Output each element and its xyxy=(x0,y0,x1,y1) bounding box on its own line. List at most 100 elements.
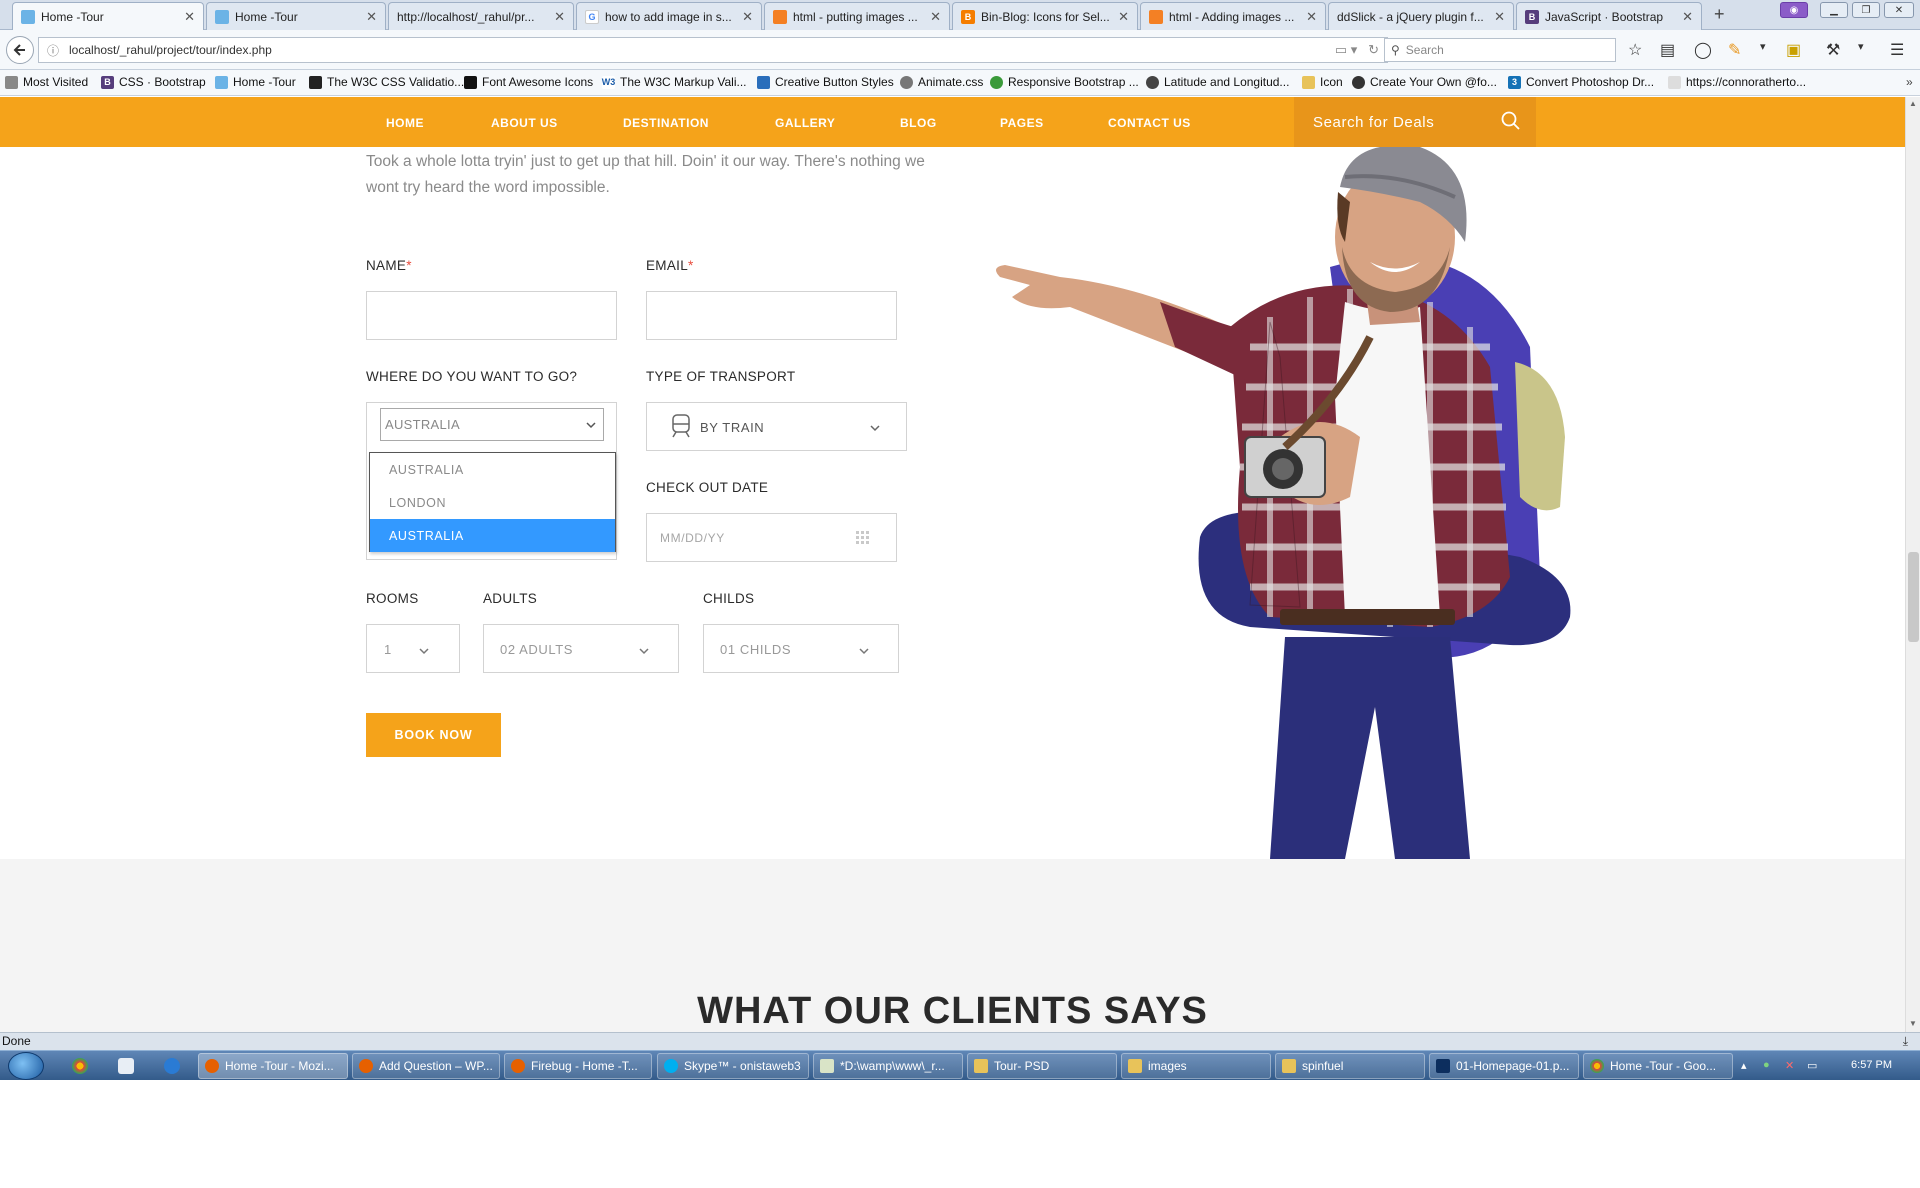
bookmark-item[interactable]: Home -Tour xyxy=(215,75,296,89)
nav-item-destination[interactable]: DESTINATION xyxy=(623,116,709,130)
close-icon[interactable]: ✕ xyxy=(1118,9,1129,25)
bookmark-item[interactable]: Most Visited xyxy=(5,75,88,89)
nav-item-blog[interactable]: BLOG xyxy=(900,116,937,130)
chrome-icon[interactable] xyxy=(72,1058,88,1074)
bookmark-item[interactable]: Latitude and Longitud... xyxy=(1146,75,1289,89)
chevron-up-icon[interactable]: ▴ xyxy=(1741,1059,1747,1072)
browser-tab[interactable]: G how to add image in s... ✕ xyxy=(576,2,762,30)
browser-tab[interactable]: B Bin-Blog: Icons for Sel... ✕ xyxy=(952,2,1138,30)
bookmark-item[interactable]: https://connoratherto... xyxy=(1668,75,1806,89)
scroll-down-icon[interactable]: ▼ xyxy=(1909,1019,1917,1028)
nav-item-pages[interactable]: PAGES xyxy=(1000,116,1044,130)
close-window-button[interactable]: ✕ xyxy=(1884,2,1914,18)
dropdown-option-london[interactable]: LONDON xyxy=(370,486,615,519)
info-icon[interactable]: ⓘ xyxy=(47,42,59,59)
network-icon[interactable]: ▭ xyxy=(1807,1059,1817,1072)
dropdown-option-australia-selected[interactable]: AUSTRALIA xyxy=(370,519,615,552)
bookmarks-overflow-button[interactable]: » xyxy=(1906,75,1913,89)
destination-select[interactable]: AUSTRALIA xyxy=(380,408,604,441)
bookmark-item[interactable]: Create Your Own @fo... xyxy=(1352,75,1497,89)
internet-explorer-icon[interactable] xyxy=(164,1058,180,1074)
bookmark-item[interactable]: Icon xyxy=(1302,75,1343,89)
taskbar-item[interactable]: Tour- PSD xyxy=(967,1053,1117,1079)
extension-icon[interactable]: ✎ xyxy=(1728,40,1741,60)
close-icon[interactable]: ✕ xyxy=(184,9,195,25)
taskbar-item[interactable]: 01-Homepage-01.p... xyxy=(1429,1053,1579,1079)
reload-icon[interactable]: ▭ ▾ ↻ xyxy=(1335,42,1379,58)
bookmark-star-icon[interactable]: ☆ xyxy=(1628,40,1642,60)
developer-tools-icon[interactable]: ⚒ xyxy=(1826,40,1840,60)
bookmark-item[interactable]: Creative Button Styles xyxy=(757,75,894,89)
bookmark-label: Home -Tour xyxy=(233,75,296,89)
nav-item-contact-us[interactable]: CONTACT US xyxy=(1108,116,1191,130)
nav-item-gallery[interactable]: GALLERY xyxy=(775,116,835,130)
minimize-button[interactable]: ▁ xyxy=(1820,2,1848,18)
bookmark-item[interactable]: Responsive Bootstrap ... xyxy=(990,75,1139,89)
page-scrollbar[interactable]: ▲ ▼ xyxy=(1905,97,1920,1032)
taskbar-item-label: 01-Homepage-01.p... xyxy=(1456,1059,1570,1073)
close-icon[interactable]: ✕ xyxy=(1306,9,1317,25)
taskbar-item[interactable]: *D:\wamp\www\_r... xyxy=(813,1053,963,1079)
calendar-icon[interactable] xyxy=(855,530,871,546)
folder-icon xyxy=(974,1059,988,1073)
bookmark-item[interactable]: 3 Convert Photoshop Dr... xyxy=(1508,75,1654,89)
start-button[interactable] xyxy=(8,1052,44,1080)
taskbar-item[interactable]: Skype™ - onistaweb3 xyxy=(657,1053,809,1079)
scrollbar-thumb[interactable] xyxy=(1908,552,1919,642)
taskbar-item[interactable]: Firebug - Home -T... xyxy=(504,1053,652,1079)
notepad-icon[interactable] xyxy=(118,1058,134,1074)
book-now-button[interactable]: BOOK NOW xyxy=(366,713,501,757)
back-button[interactable] xyxy=(6,36,34,64)
browser-tab[interactable]: html - putting images ... ✕ xyxy=(764,2,950,30)
close-icon[interactable]: ✕ xyxy=(366,9,377,25)
browser-tab[interactable]: ddSlick - a jQuery plugin f... ✕ xyxy=(1328,2,1514,30)
browser-tab[interactable]: B JavaScript · Bootstrap ✕ xyxy=(1516,2,1702,30)
chevron-down-icon[interactable]: ▾ xyxy=(1858,40,1864,53)
nav-item-home[interactable]: HOME xyxy=(386,116,424,130)
volume-muted-icon[interactable]: ✕ xyxy=(1785,1059,1794,1072)
bookmark-item[interactable]: The W3C CSS Validatio... xyxy=(309,75,464,89)
new-tab-button[interactable]: + xyxy=(1714,4,1725,25)
taskbar-item[interactable]: Add Question – WP... xyxy=(352,1053,500,1079)
close-icon[interactable]: ✕ xyxy=(1682,9,1693,25)
browser-tab[interactable]: Home -Tour ✕ xyxy=(206,2,386,30)
firebug-icon[interactable]: ▣ xyxy=(1786,40,1801,60)
close-icon[interactable]: ✕ xyxy=(554,9,565,25)
browser-tab[interactable]: html - Adding images ... ✕ xyxy=(1140,2,1326,30)
close-icon[interactable]: ✕ xyxy=(930,9,941,25)
close-icon[interactable]: ✕ xyxy=(742,9,753,25)
close-icon[interactable]: ✕ xyxy=(1494,9,1505,25)
bookmark-item[interactable]: W3 The W3C Markup Vali... xyxy=(602,75,747,89)
hamburger-menu-icon[interactable]: ☰ xyxy=(1890,40,1904,60)
checkout-date-input[interactable]: MM/DD/YY xyxy=(646,513,897,562)
deal-search-input[interactable] xyxy=(1313,113,1493,131)
browser-tab[interactable]: http://localhost/_rahul/pr... ✕ xyxy=(388,2,574,30)
browser-tab[interactable]: Home -Tour ✕ xyxy=(12,2,204,31)
childs-select[interactable]: 01 CHILDS xyxy=(703,624,899,673)
chevron-down-icon[interactable]: ▾ xyxy=(1760,40,1766,53)
name-field[interactable] xyxy=(366,291,617,340)
scroll-up-icon[interactable]: ▲ xyxy=(1909,99,1917,108)
bookmark-item[interactable]: Font Awesome Icons xyxy=(464,75,593,89)
taskbar-item[interactable]: images xyxy=(1121,1053,1271,1079)
dropdown-option-australia[interactable]: AUSTRALIA xyxy=(370,453,615,486)
nav-item-about-us[interactable]: ABOUT US xyxy=(491,116,558,130)
search-icon[interactable] xyxy=(1500,110,1522,132)
url-bar[interactable]: ⓘ localhost/_rahul/project/tour/index.ph… xyxy=(38,37,1388,63)
restore-button[interactable]: ❐ xyxy=(1852,2,1880,18)
adults-select[interactable]: 02 ADULTS xyxy=(483,624,679,673)
bookmarks-menu-icon[interactable]: ▤ xyxy=(1660,40,1675,60)
taskbar-item[interactable]: Home -Tour - Goo... xyxy=(1583,1053,1733,1079)
chat-icon[interactable]: ◯ xyxy=(1694,40,1712,60)
security-icon[interactable]: ● xyxy=(1763,1059,1770,1071)
bookmark-item[interactable]: B CSS · Bootstrap xyxy=(101,75,206,89)
rooms-select[interactable]: 1 xyxy=(366,624,460,673)
taskbar-item[interactable]: spinfuel xyxy=(1275,1053,1425,1079)
bookmark-item[interactable]: Animate.css xyxy=(900,75,983,89)
browser-search-input[interactable]: ⚲ Search xyxy=(1384,38,1616,62)
download-icon[interactable]: ⤓ xyxy=(1903,1033,1908,1050)
taskbar-item[interactable]: Home -Tour - Mozi... xyxy=(198,1053,348,1079)
email-field[interactable] xyxy=(646,291,897,340)
bookmark-label: Creative Button Styles xyxy=(775,75,894,89)
transport-select[interactable]: BY TRAIN xyxy=(646,402,907,451)
